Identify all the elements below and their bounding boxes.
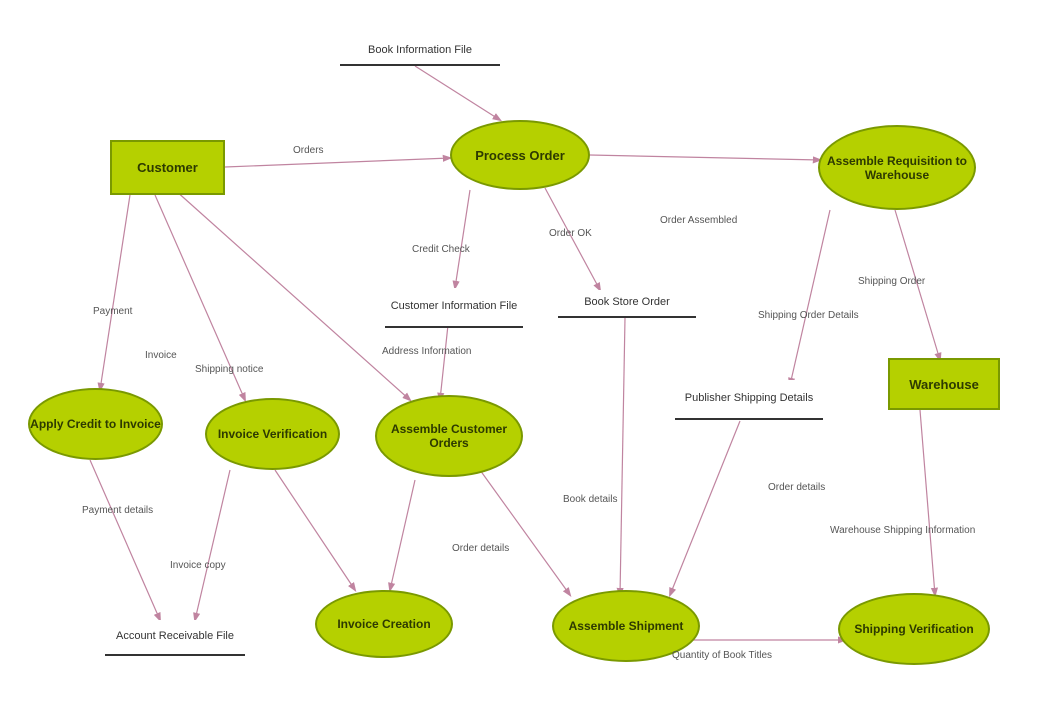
process-order-node[interactable]: Process Order xyxy=(450,120,590,190)
label-payment-details: Payment details xyxy=(82,505,153,516)
label-shipping-order-details: Shipping Order Details xyxy=(758,310,859,321)
invoice-creation-node[interactable]: Invoice Creation xyxy=(315,590,453,658)
label-shipping-notice: Shipping notice xyxy=(195,364,263,375)
customer-info-file-node: Customer Information File xyxy=(385,288,523,328)
label-book-details: Book details xyxy=(563,494,617,505)
label-shipping-order: Shipping Order xyxy=(858,276,925,287)
book-store-order-node: Book Store Order xyxy=(558,290,696,318)
customer-node[interactable]: Customer xyxy=(110,140,225,195)
label-order-ok: Order OK xyxy=(549,228,592,239)
label-orders: Orders xyxy=(293,145,324,156)
label-invoice: Invoice xyxy=(145,350,177,361)
label-payment: Payment xyxy=(93,306,132,317)
label-warehouse-shipping: Warehouse Shipping Information xyxy=(830,525,975,536)
label-quantity-book-titles: Quantity of Book Titles xyxy=(672,650,772,661)
label-credit-check: Credit Check xyxy=(412,244,470,255)
apply-credit-node[interactable]: Apply Credit to Invoice xyxy=(28,388,163,460)
invoice-verification-node[interactable]: Invoice Verification xyxy=(205,398,340,470)
label-address-info: Address Information xyxy=(382,346,472,357)
assemble-req-node[interactable]: Assemble Requisition to Warehouse xyxy=(818,125,976,210)
account-rec-file-node: Account Receivable File xyxy=(105,620,245,656)
label-order-assembled: Order Assembled xyxy=(660,215,737,226)
label-invoice-copy: Invoice copy xyxy=(170,560,226,571)
assemble-customer-node[interactable]: Assemble Customer Orders xyxy=(375,395,523,477)
shipping-verification-node[interactable]: Shipping Verification xyxy=(838,593,990,665)
label-order-details-publisher: Order details xyxy=(768,482,825,493)
warehouse-node[interactable]: Warehouse xyxy=(888,358,1000,410)
publisher-shipping-node: Publisher Shipping Details xyxy=(675,380,823,420)
book-info-file-node: Book Information File xyxy=(340,38,500,66)
diagram-canvas: Book Information File Process Order Cust… xyxy=(0,0,1041,715)
assemble-shipment-node[interactable]: Assemble Shipment xyxy=(552,590,700,662)
label-order-details-assemble: Order details xyxy=(452,543,509,554)
